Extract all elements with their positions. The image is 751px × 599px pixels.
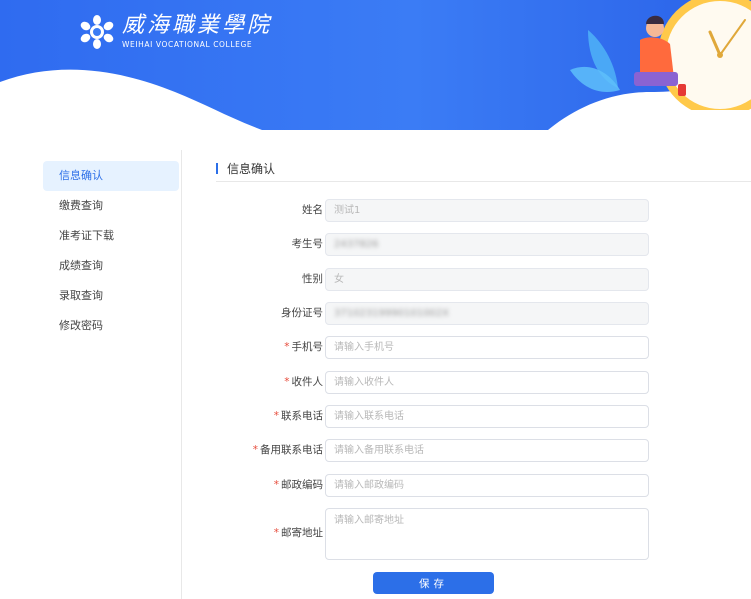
contact-phone-label: * 联系电话 [273,410,323,422]
form-row-phone: * 手机号 [216,336,651,359]
section-title: 信息确认 [227,161,276,176]
exam-no-label: 考生号 [291,238,324,250]
school-name-cn: 威海職業學院 [122,13,273,38]
required-mark: * [273,410,279,422]
gender-label: 性别 [302,273,323,285]
required-mark: * [284,376,290,388]
sidebar-nav: 信息确认 缴费查询 准考证下载 成绩查询 录取查询 修改密码 [43,161,179,341]
required-mark: * [273,479,279,491]
required-mark: * [284,341,290,353]
address-textarea[interactable] [325,508,649,560]
required-mark: * [252,444,258,456]
form-row-address: * 邮寄地址 [216,508,651,560]
sidebar-item-info-confirm[interactable]: 信息确认 [43,161,179,191]
exam-no-value: 2437826 [334,239,379,250]
save-button[interactable]: 保存 [373,572,494,594]
form-row-gender: 性别 女 [216,268,651,291]
form-row-name: 姓名 测试1 [216,199,651,222]
address-label: * 邮寄地址 [273,527,323,539]
gender-field: 女 [325,268,649,291]
clock-person-illustration [570,0,751,110]
exam-no-field: 2437826 [325,233,649,256]
id-card-field: 37102319990101002X [325,302,649,325]
id-card-label: 身份证号 [281,307,323,319]
form-row-id-card: 身份证号 37102319990101002X [216,302,651,325]
sidebar-item-payment-query[interactable]: 缴费查询 [43,191,179,221]
section-divider [216,181,751,182]
required-mark: * [273,527,279,539]
school-name-en: WEIHAI VOCATIONAL COLLEGE [122,40,253,49]
id-card-value: 37102319990101002X [334,308,450,319]
sidebar-divider [181,150,182,599]
backup-phone-label: * 备用联系电话 [252,444,323,456]
postcode-input[interactable] [325,474,649,497]
recipient-label: * 收件人 [284,376,323,388]
recipient-input[interactable] [325,371,649,394]
name-field: 测试1 [325,199,649,222]
sidebar-item-score-query[interactable]: 成绩查询 [43,251,179,281]
phone-label: * 手机号 [284,341,323,353]
header-banner: 威海職業學院 WEIHAI VOCATIONAL COLLEGE [0,0,751,130]
title-accent-bar [216,162,218,174]
form-row-exam-no: 考生号 2437826 [216,233,651,256]
backup-phone-input[interactable] [325,439,649,462]
form-row-contact-phone: * 联系电话 [216,405,651,428]
form-row-backup-phone: * 备用联系电话 [216,439,651,462]
phone-input[interactable] [325,336,649,359]
form-row-recipient: * 收件人 [216,371,651,394]
school-emblem-icon [80,14,114,49]
sidebar-item-change-password[interactable]: 修改密码 [43,311,179,341]
sidebar-item-admission-query[interactable]: 录取查询 [43,281,179,311]
form-row-postcode: * 邮政编码 [216,474,651,497]
postcode-label: * 邮政编码 [273,479,323,491]
sidebar-item-admission-ticket-download[interactable]: 准考证下载 [43,221,179,251]
name-label: 姓名 [302,204,323,216]
section-header: 信息确认 [216,158,275,178]
contact-phone-input[interactable] [325,405,649,428]
school-logo[interactable]: 威海職業學院 WEIHAI VOCATIONAL COLLEGE [80,14,272,49]
